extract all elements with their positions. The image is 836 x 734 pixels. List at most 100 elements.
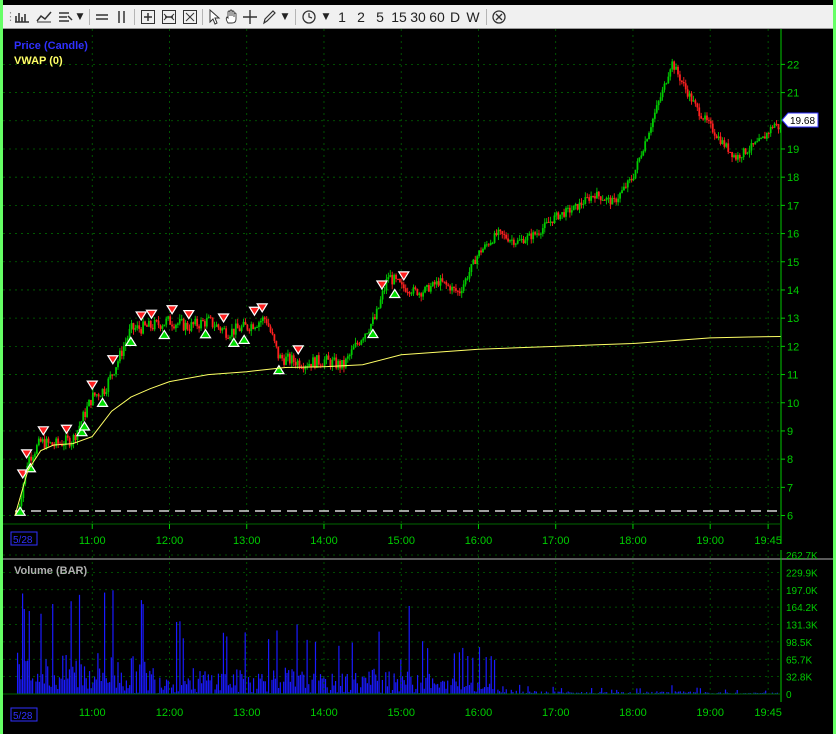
chevron-down-icon[interactable]: ▼ [279,5,291,29]
timeframe-weekly[interactable]: W [465,5,481,29]
candle-body [659,97,662,102]
candle-body [582,204,585,206]
timeframe-2[interactable]: 2 [354,5,368,29]
horizontal-line-icon[interactable] [94,5,110,29]
candle-body [279,355,282,359]
candle-body [453,286,455,289]
candle-body [395,274,397,280]
candle-body [652,118,654,128]
candle-body [72,434,75,444]
pointer-icon[interactable] [206,5,222,29]
candle-body [258,322,260,328]
candle-body [665,83,668,85]
volume-bar [560,688,563,694]
line-chart-icon[interactable] [35,5,53,29]
candle-body [215,324,218,327]
candle-body [285,356,287,365]
candle-body [505,234,508,239]
volume-bar [242,678,245,694]
volume-bar [405,684,407,694]
candle-body [677,66,679,75]
candle-body [553,215,556,224]
crosshair-icon[interactable] [242,5,258,29]
volume-bar [365,677,367,694]
volume-bar [423,688,425,694]
candle-body [679,74,681,81]
zoom-out-icon[interactable] [160,5,178,29]
timeframe-15[interactable]: 15 [389,5,409,29]
volume-bar [179,621,181,694]
volume-bar [460,689,462,694]
timeframe-daily[interactable]: D [448,5,462,29]
candle-body [227,337,229,339]
zoom-in-icon[interactable] [139,5,157,29]
candle-body [366,333,369,335]
candle-body [466,278,469,280]
volume-bar [289,681,291,694]
candle-body [470,264,473,272]
volume-tick-label: 131.3K [786,621,818,632]
volume-bar [35,681,37,694]
volume-bar [55,684,57,694]
volume-bar [428,673,430,694]
volume-bar [363,677,365,694]
candle-body [663,83,666,90]
indicator-icon[interactable] [56,5,74,29]
timeframe-1[interactable]: 1 [335,5,349,29]
chevron-down-icon[interactable]: ▼ [74,5,86,29]
candle-body [547,221,550,223]
candle-body [599,196,602,201]
candle-body [427,285,430,292]
volume-bar [493,659,496,694]
candle-body [483,244,486,249]
candle-body [41,439,44,442]
volume-bar [23,608,25,694]
volume-bar [303,674,305,694]
candle-body [615,198,618,203]
candle-body [690,93,693,102]
candle-body [702,118,705,120]
candle-body [350,349,353,355]
volume-bar [40,613,42,694]
volume-bar [80,664,82,694]
candle-body [549,221,552,223]
volume-tick-label: 229.9K [786,568,818,579]
chevron-down-icon[interactable]: ▼ [320,5,332,29]
candle-body [93,392,96,396]
price-tick-label: 9 [787,426,793,438]
volume-bar [385,672,387,694]
volume-bar [257,673,260,694]
timeframe-5[interactable]: 5 [373,5,387,29]
candle-body [294,361,297,366]
candle-body [379,299,382,308]
price-time-tick-label: 19:45 [754,535,782,547]
candle-body [692,100,695,102]
candle-body [524,240,527,244]
volume-bar [117,662,119,694]
candle-body [211,317,214,327]
clock-icon[interactable] [300,5,318,29]
fit-screen-icon[interactable] [181,5,199,29]
pause-icon[interactable] [114,5,130,29]
candle-body [501,231,504,235]
chart-area[interactable]: 678910111213141516171819202122 11:0012:0… [3,29,833,734]
hand-pan-icon[interactable] [223,5,239,29]
bar-chart-icon[interactable] [13,5,31,29]
candle-body [171,324,173,327]
candle-body [339,360,341,369]
volume-bar [329,689,332,694]
candle-body [277,346,280,359]
candle-body [167,316,170,319]
volume-bar [170,687,173,694]
pencil-draw-icon[interactable] [261,5,277,29]
timeframe-30[interactable]: 30 [408,5,428,29]
candle-body [568,207,571,213]
volume-bar [105,678,107,694]
volume-bar [321,678,323,694]
cancel-circle-icon[interactable] [490,5,508,29]
timeframe-60[interactable]: 60 [427,5,447,29]
volume-bar [552,686,554,694]
candle-body [516,240,519,244]
price-time-tick-label: 18:00 [619,535,647,547]
volume-bar [293,671,295,694]
